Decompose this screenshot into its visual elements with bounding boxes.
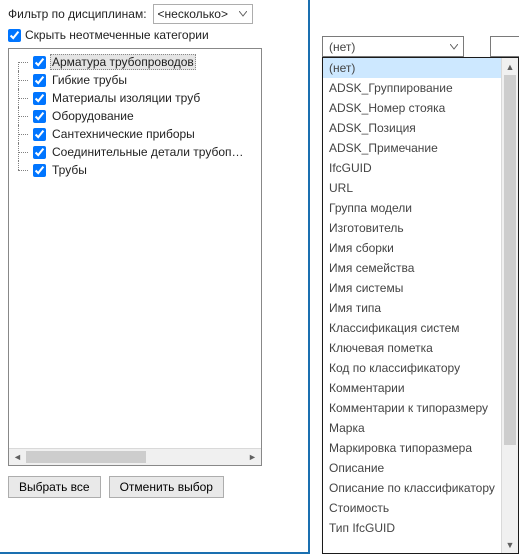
dropdown-option[interactable]: ADSK_Примечание <box>323 138 501 158</box>
chevron-down-icon <box>446 39 461 54</box>
hide-unchecked-row: Скрыть неотмеченные категории <box>8 28 302 42</box>
left-panel: Фильтр по дисциплинам: <несколько> Скрыт… <box>0 0 308 554</box>
dropdown-option[interactable]: Описание по классификатору <box>323 478 501 498</box>
tree-row[interactable]: Трубы <box>13 161 259 179</box>
dropdown-option[interactable]: (нет) <box>323 58 501 78</box>
tree-row[interactable]: Соединительные детали трубопрово… <box>13 143 259 161</box>
category-tree: Арматура трубопроводов Гибкие трубы Матери… <box>8 48 262 466</box>
tree-item-checkbox[interactable] <box>33 56 46 69</box>
tree-item-label: Трубы <box>50 163 89 177</box>
tree-item-label: Арматура трубопроводов <box>50 54 196 70</box>
scroll-thumb[interactable] <box>26 451 146 463</box>
dropdown-option[interactable]: ADSK_Номер стояка <box>323 98 501 118</box>
dropdown-option[interactable]: Стоимость <box>323 498 501 518</box>
deselect-all-button[interactable]: Отменить выбор <box>109 476 224 498</box>
tree-row[interactable]: Арматура трубопроводов <box>13 53 259 71</box>
dropdown-items-container: (нет)ADSK_ГруппированиеADSK_Номер стояка… <box>323 58 501 553</box>
dropdown-option[interactable]: ADSK_Позиция <box>323 118 501 138</box>
discipline-filter-value: <несколько> <box>158 7 228 21</box>
hide-unchecked-label[interactable]: Скрыть неотмеченные категории <box>25 28 209 42</box>
tree-item-checkbox[interactable] <box>33 110 46 123</box>
tree-connector-icon <box>13 161 31 179</box>
tree-item-label: Материалы изоляции труб <box>50 91 202 105</box>
discipline-filter-combo[interactable]: <несколько> <box>153 4 253 24</box>
category-tree-content: Арматура трубопроводов Гибкие трубы Матери… <box>9 49 261 181</box>
parameter-dropdown-closed: (нет) <box>322 36 512 57</box>
dropdown-option[interactable]: Тип IfcGUID <box>323 518 501 538</box>
scroll-up-icon[interactable]: ▲ <box>502 58 518 75</box>
tree-item-label: Оборудование <box>50 109 136 123</box>
tree-item-label: Соединительные детали трубопрово… <box>50 145 250 159</box>
dropdown-option[interactable]: IfcGUID <box>323 158 501 178</box>
vertical-scrollbar[interactable]: ▲ ▼ <box>501 58 518 553</box>
dropdown-option[interactable]: Имя сборки <box>323 238 501 258</box>
tree-connector-icon <box>13 125 31 143</box>
scroll-track[interactable] <box>26 449 244 465</box>
parameter-dropdown-list: (нет)ADSK_ГруппированиеADSK_Номер стояка… <box>322 57 519 554</box>
dropdown-option[interactable]: Имя типа <box>323 298 501 318</box>
tree-row[interactable]: Сантехнические приборы <box>13 125 259 143</box>
dropdown-option[interactable]: Группа модели <box>323 198 501 218</box>
chevron-down-icon <box>236 7 250 21</box>
vertical-divider <box>308 0 310 554</box>
dropdown-option[interactable]: Классификация систем <box>323 318 501 338</box>
tree-connector-icon <box>13 89 31 107</box>
horizontal-scrollbar[interactable]: ◄ ► <box>9 448 261 465</box>
parameter-combo[interactable]: (нет) <box>322 36 464 57</box>
tree-connector-icon <box>13 107 31 125</box>
filter-row: Фильтр по дисциплинам: <несколько> <box>8 4 302 24</box>
tree-row[interactable]: Оборудование <box>13 107 259 125</box>
tree-item-checkbox[interactable] <box>33 128 46 141</box>
dropdown-option[interactable]: Код по классификатору <box>323 358 501 378</box>
dropdown-option[interactable]: Комментарии к типоразмеру <box>323 398 501 418</box>
tree-row[interactable]: Гибкие трубы <box>13 71 259 89</box>
scroll-thumb[interactable] <box>504 75 516 445</box>
select-all-button[interactable]: Выбрать все <box>8 476 101 498</box>
dropdown-option[interactable]: Описание <box>323 458 501 478</box>
dropdown-option[interactable]: ADSK_Группирование <box>323 78 501 98</box>
tree-item-checkbox[interactable] <box>33 164 46 177</box>
dropdown-option[interactable]: Имя системы <box>323 278 501 298</box>
hide-unchecked-checkbox[interactable] <box>8 29 21 42</box>
tree-item-checkbox[interactable] <box>33 146 46 159</box>
tree-connector-icon <box>13 53 31 71</box>
dropdown-option[interactable]: Маркировка типоразмера <box>323 438 501 458</box>
dropdown-option[interactable]: Имя семейства <box>323 258 501 278</box>
scroll-track[interactable] <box>502 75 518 536</box>
tree-item-checkbox[interactable] <box>33 74 46 87</box>
tree-connector-icon <box>13 143 31 161</box>
scroll-left-icon[interactable]: ◄ <box>9 449 26 465</box>
parameter-combo-value: (нет) <box>329 40 355 54</box>
tree-row[interactable]: Материалы изоляции труб <box>13 89 259 107</box>
adjacent-button-stub[interactable] <box>490 36 519 57</box>
tree-connector-icon <box>13 71 31 89</box>
tree-item-label: Гибкие трубы <box>50 73 129 87</box>
dropdown-option[interactable]: Марка <box>323 418 501 438</box>
button-row: Выбрать все Отменить выбор <box>8 476 302 498</box>
dropdown-option[interactable]: Изготовитель <box>323 218 501 238</box>
filter-label: Фильтр по дисциплинам: <box>8 7 147 21</box>
scroll-down-icon[interactable]: ▼ <box>502 536 518 553</box>
tree-item-label: Сантехнические приборы <box>50 127 197 141</box>
dropdown-option[interactable]: URL <box>323 178 501 198</box>
scroll-right-icon[interactable]: ► <box>244 449 261 465</box>
tree-item-checkbox[interactable] <box>33 92 46 105</box>
dropdown-option[interactable]: Комментарии <box>323 378 501 398</box>
dropdown-option[interactable]: Ключевая пометка <box>323 338 501 358</box>
